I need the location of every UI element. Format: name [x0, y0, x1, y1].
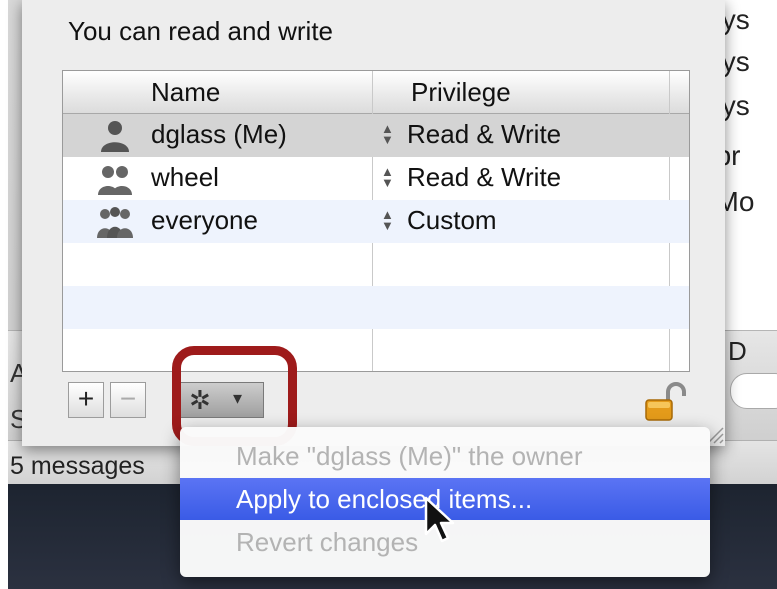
privilege-stepper-icon[interactable]: ▲ ▼: [381, 122, 394, 146]
everyone-group-icon: [97, 207, 133, 238]
privilege-stepper-icon[interactable]: ▲ ▼: [381, 165, 394, 189]
background-search-field[interactable]: [730, 373, 777, 409]
permission-status-text: You can read and write: [68, 16, 334, 46]
column-header-privilege[interactable]: Privilege: [411, 77, 511, 108]
privilege-popup[interactable]: Read & Write: [407, 162, 561, 193]
background-toolbar-label: D: [728, 336, 747, 366]
remove-user-button[interactable]: −: [110, 382, 146, 418]
sharing-permissions-sheet: You can read and write Name Privilege dg…: [22, 0, 725, 446]
privilege-popup[interactable]: Custom: [407, 205, 497, 236]
privilege-popup[interactable]: Read & Write: [407, 119, 561, 150]
table-row[interactable]: wheel ▲ ▼ Read & Write: [63, 157, 689, 200]
group-icon: [98, 166, 132, 195]
user-name-cell: dglass (Me): [151, 119, 287, 149]
menu-item-label: Make "dglass (Me)" the owner: [236, 441, 583, 471]
table-row[interactable]: dglass (Me) ▲ ▼ Read & Write: [63, 114, 689, 157]
menu-item-label: Apply to enclosed items...: [236, 484, 533, 514]
permissions-table: Name Privilege dglass (Me) ▲ ▼ Read & Wri…: [62, 70, 690, 372]
table-header: Name Privilege: [63, 71, 689, 114]
user-name-cell: everyone: [151, 205, 258, 235]
single-user-icon: [101, 121, 129, 152]
mouse-pointer-icon: [424, 496, 455, 543]
column-header-name[interactable]: Name: [151, 77, 220, 108]
privilege-stepper-icon[interactable]: ▲ ▼: [381, 208, 394, 232]
empty-table-row: [63, 329, 689, 372]
user-name-cell: wheel: [151, 162, 219, 192]
empty-table-row: [63, 243, 689, 286]
menu-item-label: Revert changes: [236, 527, 419, 557]
message-count-status: 5 messages: [10, 452, 145, 480]
add-user-button[interactable]: +: [68, 382, 104, 418]
table-row[interactable]: everyone ▲ ▼ Custom: [63, 200, 689, 243]
menu-item-make-owner[interactable]: Make "dglass (Me)" the owner: [180, 435, 710, 477]
lock-icon[interactable]: [644, 382, 688, 422]
empty-table-row: [63, 286, 689, 329]
